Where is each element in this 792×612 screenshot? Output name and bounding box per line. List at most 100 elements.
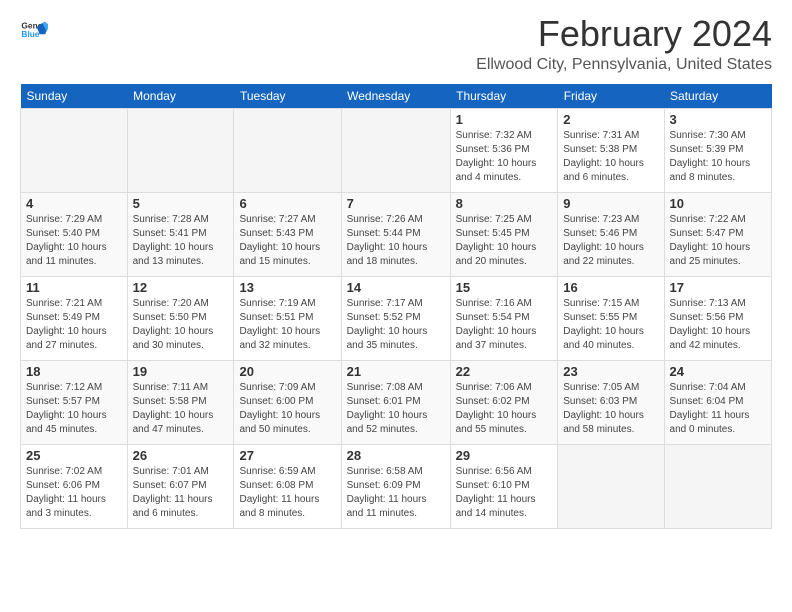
calendar-cell: 17 Sunrise: 7:13 AM Sunset: 5:56 PM Dayli… (664, 277, 771, 361)
calendar-cell: 11Sunrise: 7:21 AM Sunset: 5:49 PM Dayli… (21, 277, 128, 361)
calendar-cell: 20 Sunrise: 7:09 AM Sunset: 6:00 PM Dayli… (234, 361, 341, 445)
day-info: Sunrise: 7:27 AM Sunset: 5:43 PM Dayligh… (239, 213, 335, 269)
calendar-cell: 21 Sunrise: 7:08 AM Sunset: 6:01 PM Dayli… (341, 361, 450, 445)
calendar-cell: 12 Sunrise: 7:20 AM Sunset: 5:50 PM Dayli… (127, 277, 234, 361)
calendar-cell: 1Sunrise: 7:32 AM Sunset: 5:36 PM Daylig… (450, 109, 558, 193)
calendar-week-1: 1Sunrise: 7:32 AM Sunset: 5:36 PM Daylig… (21, 109, 772, 193)
calendar-week-2: 4 Sunrise: 7:29 AM Sunset: 5:40 PM Daylig… (21, 193, 772, 277)
day-info: Sunrise: 7:15 AM Sunset: 5:55 PM Dayligh… (563, 297, 658, 353)
calendar-cell: 15 Sunrise: 7:16 AM Sunset: 5:54 PM Dayli… (450, 277, 558, 361)
calendar-cell: 27 Sunrise: 6:59 AM Sunset: 6:08 PM Dayli… (234, 445, 341, 529)
calendar-cell: 5 Sunrise: 7:28 AM Sunset: 5:41 PM Daylig… (127, 193, 234, 277)
col-tuesday: Tuesday (234, 84, 341, 109)
day-number: 20 (239, 364, 335, 379)
day-info: Sunrise: 7:20 AM Sunset: 5:50 PM Dayligh… (133, 297, 229, 353)
day-number: 2 (563, 112, 658, 127)
calendar-cell: 3 Sunrise: 7:30 AM Sunset: 5:39 PM Daylig… (664, 109, 771, 193)
calendar-week-4: 18Sunrise: 7:12 AM Sunset: 5:57 PM Dayli… (21, 361, 772, 445)
day-number: 3 (670, 112, 766, 127)
day-number: 17 (670, 280, 766, 295)
page-title: February 2024 (476, 16, 772, 52)
calendar-cell: 2Sunrise: 7:31 AM Sunset: 5:38 PM Daylig… (558, 109, 664, 193)
calendar-cell (664, 445, 771, 529)
day-info: Sunrise: 7:25 AM Sunset: 5:45 PM Dayligh… (456, 213, 553, 269)
calendar-table: Sunday Monday Tuesday Wednesday Thursday… (20, 84, 772, 529)
header: General Blue February 2024 Ellwood City,… (20, 16, 772, 74)
calendar-cell: 16 Sunrise: 7:15 AM Sunset: 5:55 PM Dayli… (558, 277, 664, 361)
day-info: Sunrise: 7:02 AM Sunset: 6:06 PM Dayligh… (26, 465, 122, 521)
calendar-cell: 13 Sunrise: 7:19 AM Sunset: 5:51 PM Dayli… (234, 277, 341, 361)
day-info: Sunrise: 7:13 AM Sunset: 5:56 PM Dayligh… (670, 297, 766, 353)
day-info: Sunrise: 7:28 AM Sunset: 5:41 PM Dayligh… (133, 213, 229, 269)
day-number: 6 (239, 196, 335, 211)
calendar-cell: 22Sunrise: 7:06 AM Sunset: 6:02 PM Dayli… (450, 361, 558, 445)
col-saturday: Saturday (664, 84, 771, 109)
title-area: February 2024 Ellwood City, Pennsylvania… (476, 16, 772, 74)
day-number: 10 (670, 196, 766, 211)
col-sunday: Sunday (21, 84, 128, 109)
day-info: Sunrise: 7:30 AM Sunset: 5:39 PM Dayligh… (670, 129, 766, 185)
day-number: 15 (456, 280, 553, 295)
day-info: Sunrise: 6:59 AM Sunset: 6:08 PM Dayligh… (239, 465, 335, 521)
day-info: Sunrise: 7:29 AM Sunset: 5:40 PM Dayligh… (26, 213, 122, 269)
day-info: Sunrise: 7:22 AM Sunset: 5:47 PM Dayligh… (670, 213, 766, 269)
day-info: Sunrise: 7:23 AM Sunset: 5:46 PM Dayligh… (563, 213, 658, 269)
calendar-week-5: 25 Sunrise: 7:02 AM Sunset: 6:06 PM Dayli… (21, 445, 772, 529)
day-number: 29 (456, 448, 553, 463)
day-info: Sunrise: 7:32 AM Sunset: 5:36 PM Dayligh… (456, 129, 553, 185)
day-info: Sunrise: 7:16 AM Sunset: 5:54 PM Dayligh… (456, 297, 553, 353)
day-number: 8 (456, 196, 553, 211)
day-number: 4 (26, 196, 122, 211)
page-container: General Blue February 2024 Ellwood City,… (0, 0, 792, 541)
day-info: Sunrise: 7:09 AM Sunset: 6:00 PM Dayligh… (239, 381, 335, 437)
logo-icon: General Blue (20, 16, 48, 44)
calendar-cell: 28 Sunrise: 6:58 AM Sunset: 6:09 PM Dayli… (341, 445, 450, 529)
calendar-cell: 26Sunrise: 7:01 AM Sunset: 6:07 PM Dayli… (127, 445, 234, 529)
day-number: 13 (239, 280, 335, 295)
day-info: Sunrise: 7:08 AM Sunset: 6:01 PM Dayligh… (347, 381, 445, 437)
col-monday: Monday (127, 84, 234, 109)
day-info: Sunrise: 6:58 AM Sunset: 6:09 PM Dayligh… (347, 465, 445, 521)
day-number: 28 (347, 448, 445, 463)
day-number: 18 (26, 364, 122, 379)
day-info: Sunrise: 7:21 AM Sunset: 5:49 PM Dayligh… (26, 297, 122, 353)
calendar-cell: 14 Sunrise: 7:17 AM Sunset: 5:52 PM Dayli… (341, 277, 450, 361)
day-info: Sunrise: 7:05 AM Sunset: 6:03 PM Dayligh… (563, 381, 658, 437)
day-number: 7 (347, 196, 445, 211)
day-number: 12 (133, 280, 229, 295)
day-number: 23 (563, 364, 658, 379)
calendar-cell: 19Sunrise: 7:11 AM Sunset: 5:58 PM Dayli… (127, 361, 234, 445)
day-number: 14 (347, 280, 445, 295)
subtitle: Ellwood City, Pennsylvania, United State… (476, 56, 772, 74)
col-thursday: Thursday (450, 84, 558, 109)
day-info: Sunrise: 6:56 AM Sunset: 6:10 PM Dayligh… (456, 465, 553, 521)
col-wednesday: Wednesday (341, 84, 450, 109)
calendar-cell: 8 Sunrise: 7:25 AM Sunset: 5:45 PM Daylig… (450, 193, 558, 277)
day-number: 27 (239, 448, 335, 463)
day-number: 21 (347, 364, 445, 379)
calendar-cell: 7Sunrise: 7:26 AM Sunset: 5:44 PM Daylig… (341, 193, 450, 277)
calendar-cell: 24Sunrise: 7:04 AM Sunset: 6:04 PM Dayli… (664, 361, 771, 445)
calendar-cell (127, 109, 234, 193)
calendar-cell (234, 109, 341, 193)
svg-text:Blue: Blue (21, 29, 39, 39)
day-info: Sunrise: 7:06 AM Sunset: 6:02 PM Dayligh… (456, 381, 553, 437)
calendar-cell: 18Sunrise: 7:12 AM Sunset: 5:57 PM Dayli… (21, 361, 128, 445)
calendar-cell: 10 Sunrise: 7:22 AM Sunset: 5:47 PM Dayli… (664, 193, 771, 277)
calendar-cell (558, 445, 664, 529)
day-info: Sunrise: 7:01 AM Sunset: 6:07 PM Dayligh… (133, 465, 229, 521)
calendar-cell: 25 Sunrise: 7:02 AM Sunset: 6:06 PM Dayli… (21, 445, 128, 529)
calendar-cell: 9Sunrise: 7:23 AM Sunset: 5:46 PM Daylig… (558, 193, 664, 277)
calendar-cell: 4 Sunrise: 7:29 AM Sunset: 5:40 PM Daylig… (21, 193, 128, 277)
day-number: 16 (563, 280, 658, 295)
day-number: 24 (670, 364, 766, 379)
calendar-cell: 29 Sunrise: 6:56 AM Sunset: 6:10 PM Dayli… (450, 445, 558, 529)
day-info: Sunrise: 7:19 AM Sunset: 5:51 PM Dayligh… (239, 297, 335, 353)
day-number: 25 (26, 448, 122, 463)
calendar-cell (21, 109, 128, 193)
day-info: Sunrise: 7:11 AM Sunset: 5:58 PM Dayligh… (133, 381, 229, 437)
day-number: 5 (133, 196, 229, 211)
calendar-cell: 6 Sunrise: 7:27 AM Sunset: 5:43 PM Daylig… (234, 193, 341, 277)
calendar-week-3: 11Sunrise: 7:21 AM Sunset: 5:49 PM Dayli… (21, 277, 772, 361)
day-info: Sunrise: 7:17 AM Sunset: 5:52 PM Dayligh… (347, 297, 445, 353)
